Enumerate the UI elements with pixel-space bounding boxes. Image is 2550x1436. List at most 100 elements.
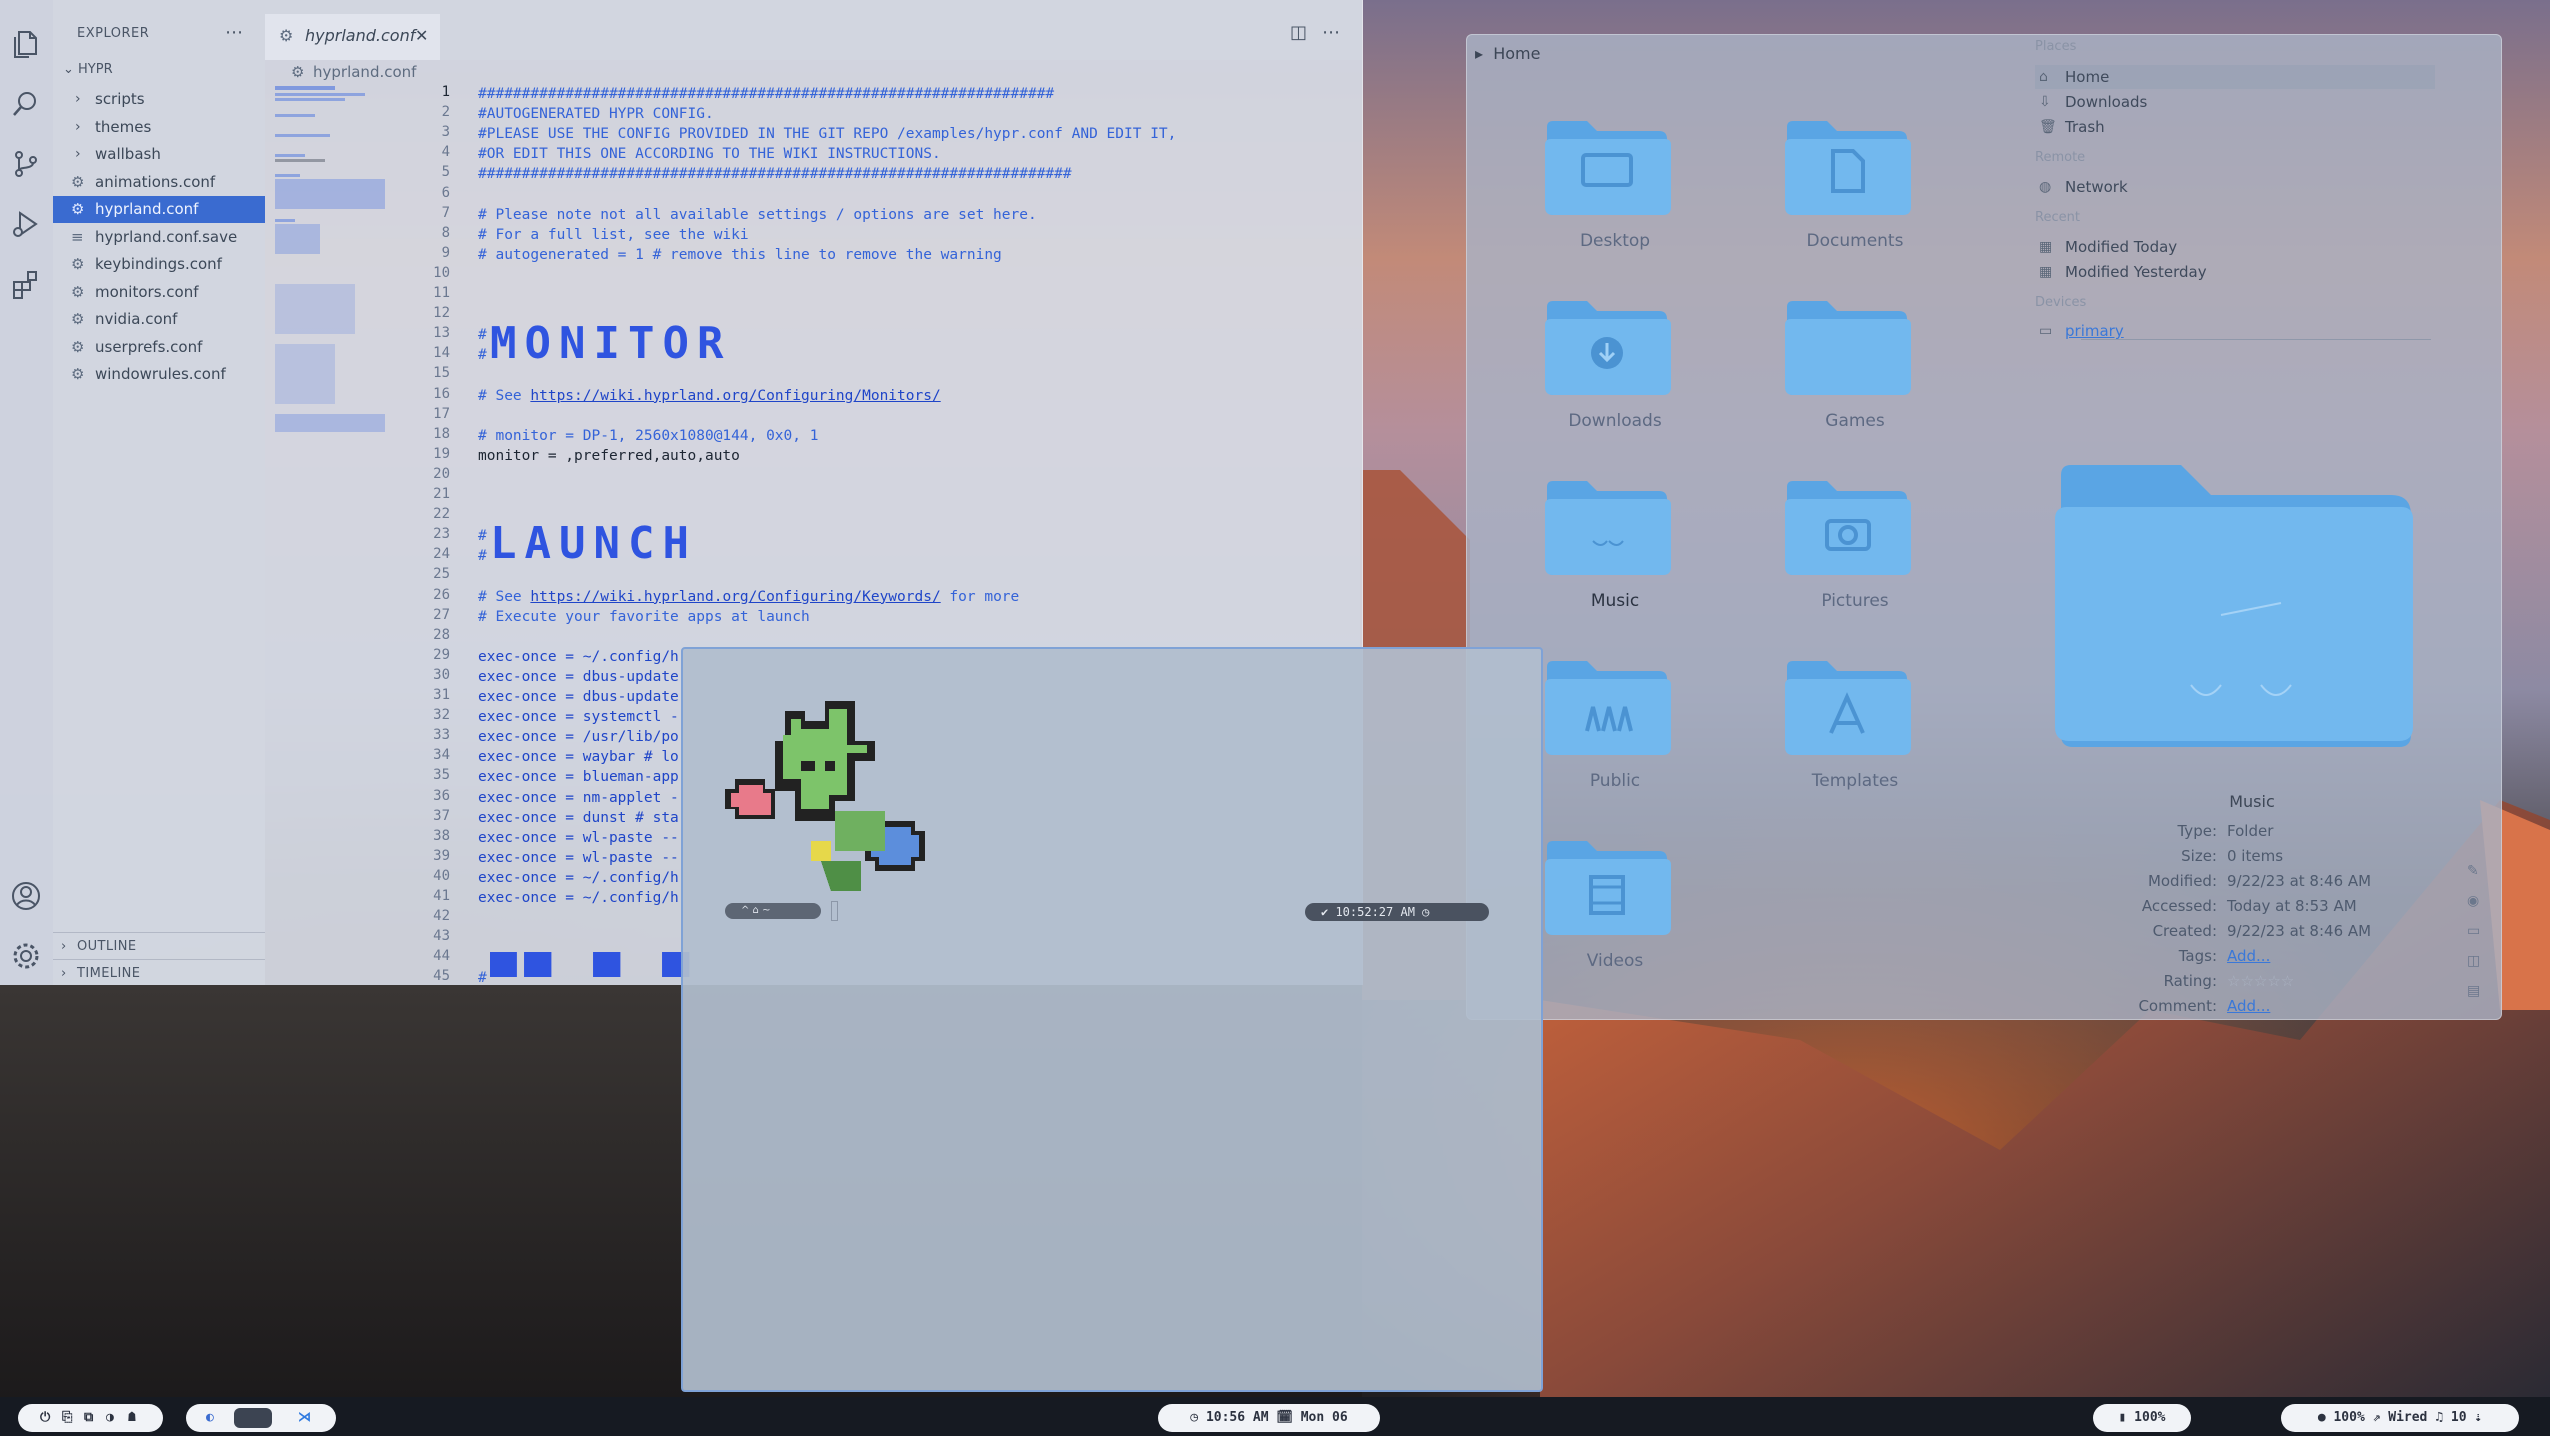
recent-heading: Recent	[2035, 210, 2080, 225]
cursor	[831, 901, 838, 921]
location-breadcrumb[interactable]: ▸ Home	[1475, 44, 1540, 63]
file-manager-app-icon[interactable]: ◐	[206, 1404, 214, 1432]
tree-folder[interactable]: › scripts	[53, 86, 265, 113]
power-controls-pill[interactable]: ⏻ ⎘ ⧉ ◑ ☗	[18, 1404, 163, 1432]
code-line: # See https://wiki.hyprland.org/Configur…	[478, 588, 1020, 605]
folder-open-icon[interactable]: ▭	[2467, 923, 2480, 939]
explorer-title: EXPLORER	[77, 26, 150, 41]
folder-item[interactable]: Desktop	[1495, 117, 1735, 297]
tree-file[interactable]: ≡ hyprland.conf.save	[53, 224, 265, 251]
download-icon	[1545, 301, 1671, 395]
run-debug-icon[interactable]	[10, 208, 42, 240]
camera-icon	[1785, 481, 1911, 575]
code-line: exec-once = systemctl -	[478, 709, 679, 726]
terminal-app-icon[interactable]	[234, 1408, 272, 1428]
device-usage-bar	[2081, 339, 2431, 340]
code-line: ########################################…	[478, 166, 1072, 183]
lock-icon[interactable]: ☗	[128, 1404, 136, 1432]
meta-key: Created:	[2152, 922, 2217, 940]
split-editor-icon[interactable]: ◫	[1290, 22, 1307, 43]
tree-file[interactable]: ⚙ animations.conf	[53, 169, 265, 196]
minimap[interactable]	[270, 84, 410, 464]
code-line: # Please note not all available settings…	[478, 206, 1037, 223]
tree-file[interactable]: ⚙ windowrules.conf	[53, 361, 265, 388]
tree-file[interactable]: ⚙ monitors.conf	[53, 279, 265, 306]
system-status-pill[interactable]: ● 100% ⇗ Wired ♫ 10 ⇣	[2281, 1404, 2519, 1432]
remote-heading: Remote	[2035, 150, 2086, 165]
taskbar: ⏻ ⎘ ⧉ ◑ ☗ ◐ ⋊ ◷ 10:56 AM 🗓 Mon 06 ▮ 100%…	[0, 1397, 2550, 1436]
files-icon[interactable]	[10, 28, 42, 60]
tree-item-label: keybindings.conf	[95, 255, 222, 273]
text-file-icon: ≡	[71, 227, 84, 246]
folder-item[interactable]: Games	[1735, 297, 1975, 477]
tab-hyprland-conf[interactable]: ⚙ hyprland.conf ✕	[265, 14, 440, 60]
code-line: #	[478, 327, 487, 344]
preview-folder-icon	[2055, 465, 2413, 747]
code-line: exec-once = waybar # lo	[478, 749, 679, 766]
meta-value[interactable]: Add...	[2227, 997, 2270, 1015]
more-actions-icon[interactable]: ⋯	[1322, 22, 1340, 43]
line-number: 29	[433, 646, 450, 663]
line-number: 22	[433, 506, 450, 523]
theme-icon[interactable]: ◑	[106, 1404, 114, 1432]
place-item[interactable]: ⌂ Home	[2035, 65, 2435, 89]
battery-pill[interactable]: ▮ 100%	[2093, 1404, 2191, 1432]
rating-stars[interactable]: ☆☆☆☆☆	[2227, 972, 2294, 990]
tree-file[interactable]: ⚙ nvidia.conf	[53, 306, 265, 333]
tree-file[interactable]: ⚙ hyprland.conf	[53, 196, 265, 223]
power-icon[interactable]: ⏻	[40, 1404, 50, 1432]
link[interactable]: https://wiki.hyprland.org/Configuring/Mo…	[530, 388, 940, 404]
folder-item[interactable]: Documents	[1735, 117, 1975, 297]
code-line: exec-once = dbus-update	[478, 668, 679, 685]
code-line: # Execute your favorite apps at launch	[478, 608, 810, 625]
line-number: 11	[433, 285, 450, 301]
code-line: # For a full list, see the wiki	[478, 226, 749, 243]
info-icon[interactable]: ▤	[2467, 983, 2480, 999]
place-item[interactable]: ◍ Network	[2035, 175, 2435, 199]
meta-value[interactable]: Add...	[2227, 947, 2270, 965]
people-icon	[1545, 661, 1671, 755]
settings-gear-icon[interactable]	[10, 940, 42, 972]
folder-item[interactable]: Downloads	[1495, 297, 1735, 477]
tree-file[interactable]: ⚙ userprefs.conf	[53, 334, 265, 361]
panel-icon[interactable]: ◫	[2467, 953, 2480, 969]
vscode-app-icon[interactable]: ⋊	[298, 1404, 311, 1432]
code-line: #	[478, 970, 487, 985]
line-number: 18	[433, 425, 450, 442]
account-icon[interactable]	[10, 880, 42, 912]
eye-icon[interactable]: ◉	[2467, 893, 2479, 909]
clock-pill[interactable]: ◷ 10:56 AM 🗓 Mon 06	[1158, 1404, 1380, 1432]
tree-item-label: themes	[95, 117, 152, 136]
line-number: 14	[433, 345, 450, 362]
line-number: 33	[433, 727, 450, 744]
screenshot-icon[interactable]: ⧉	[84, 1404, 93, 1432]
more-actions-icon[interactable]: ⋯	[225, 22, 243, 43]
timeline-section[interactable]: › TIMELINE	[53, 959, 265, 985]
place-item[interactable]: ⇩ Downloads	[2035, 90, 2435, 114]
place-item[interactable]: 🗑 Trash	[2035, 115, 2435, 139]
place-item[interactable]: ▦ Modified Today	[2035, 235, 2435, 259]
link[interactable]: https://wiki.hyprland.org/Configuring/Ke…	[530, 589, 940, 605]
clipboard-icon[interactable]: ⎘	[62, 1404, 72, 1432]
extensions-icon[interactable]	[10, 268, 42, 300]
templates-icon	[1785, 661, 1911, 755]
tree-file[interactable]: ⚙ keybindings.conf	[53, 251, 265, 278]
line-number: 45	[433, 968, 450, 985]
place-item[interactable]: ▦ Modified Yesterday	[2035, 260, 2435, 284]
banner-launch: LAUNCH	[490, 518, 697, 569]
folder-item[interactable]: Music	[1495, 477, 1735, 657]
close-icon[interactable]: ✕	[415, 14, 428, 58]
tree-folder[interactable]: › wallbash	[53, 141, 265, 168]
folder-item[interactable]: Pictures	[1735, 477, 1975, 657]
folder-item[interactable]: Templates	[1735, 657, 1975, 837]
terminal-window[interactable]: ^ ⌂ ~ ✔ 10:52:27 AM ◷	[681, 647, 1543, 1392]
outline-section[interactable]: › OUTLINE	[53, 932, 265, 960]
code-line: exec-once = nm-applet -	[478, 789, 679, 806]
explorer-root[interactable]: ⌄ HYPR	[63, 62, 113, 77]
tree-folder[interactable]: › themes	[53, 114, 265, 141]
source-control-icon[interactable]	[10, 148, 42, 180]
line-number: 42	[433, 908, 450, 925]
search-icon[interactable]	[10, 88, 42, 120]
edit-icon[interactable]: ✎	[2467, 863, 2479, 879]
places-heading: Places	[2035, 39, 2077, 54]
